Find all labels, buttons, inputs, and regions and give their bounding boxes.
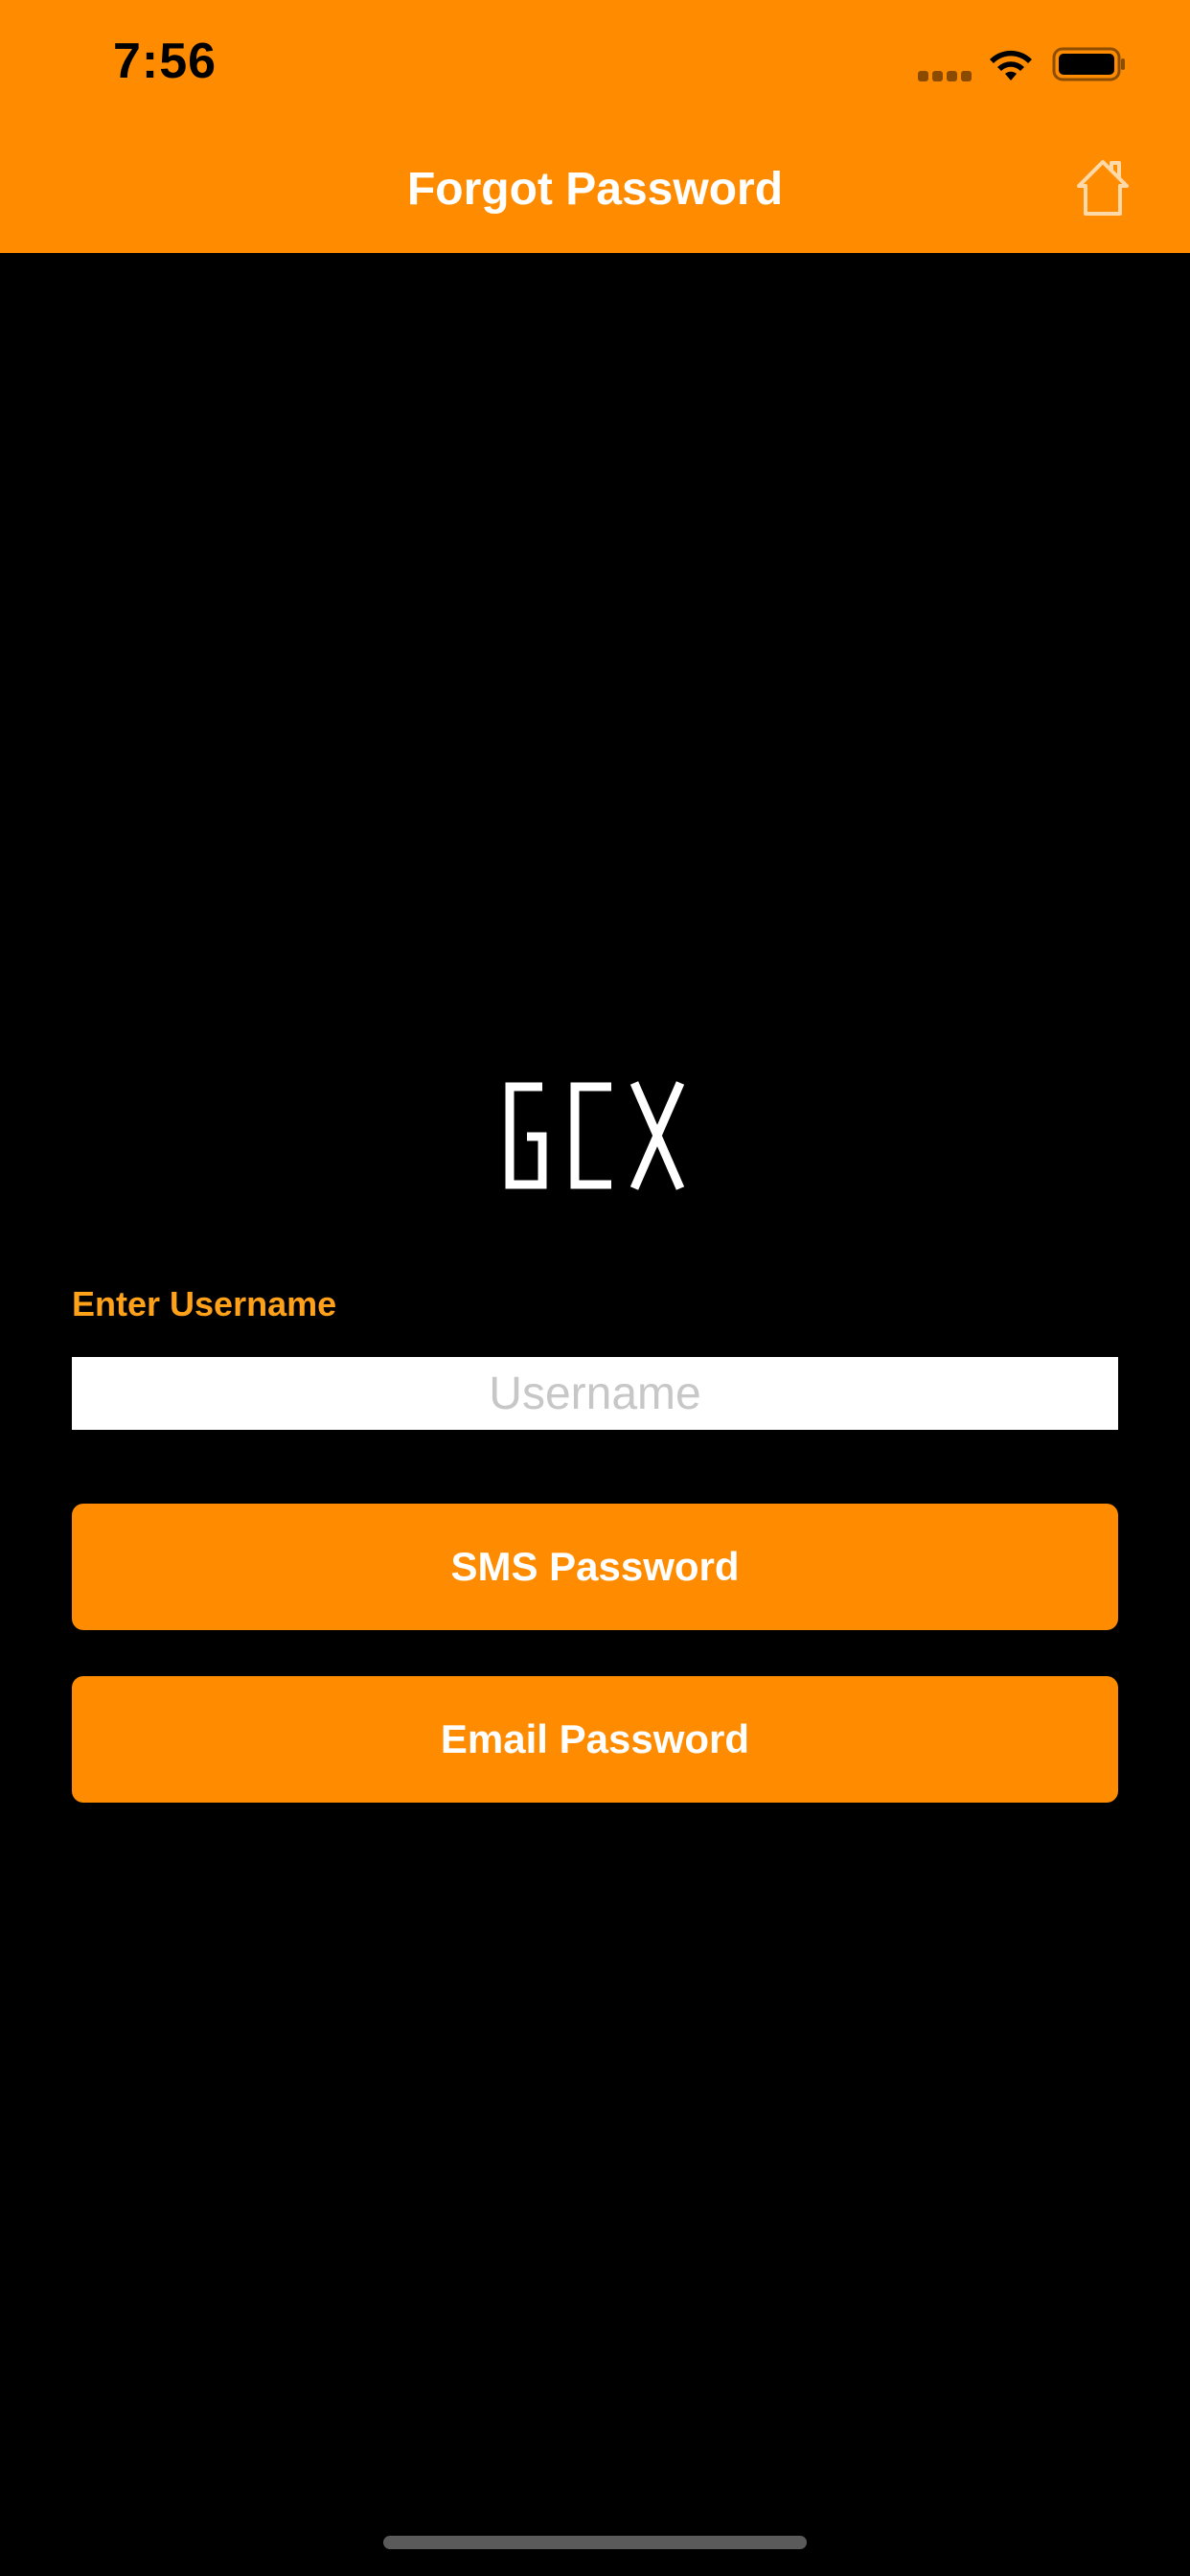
- wifi-icon: [990, 50, 1032, 80]
- sms-password-button[interactable]: SMS Password: [72, 1504, 1118, 1630]
- home-indicator[interactable]: [383, 2536, 807, 2549]
- username-input[interactable]: [72, 1357, 1118, 1430]
- navigation-bar: 7:56 Forgot Password: [0, 0, 1190, 253]
- battery-icon: [1052, 47, 1125, 81]
- username-label: Enter Username: [72, 1284, 337, 1323]
- home-icon[interactable]: [1073, 157, 1133, 218]
- page-title: Forgot Password: [406, 164, 784, 215]
- gcx-logo: [505, 1081, 685, 1190]
- status-time: 7:56: [113, 34, 217, 89]
- email-password-button[interactable]: Email Password: [72, 1676, 1118, 1803]
- signal-icon: [918, 69, 975, 86]
